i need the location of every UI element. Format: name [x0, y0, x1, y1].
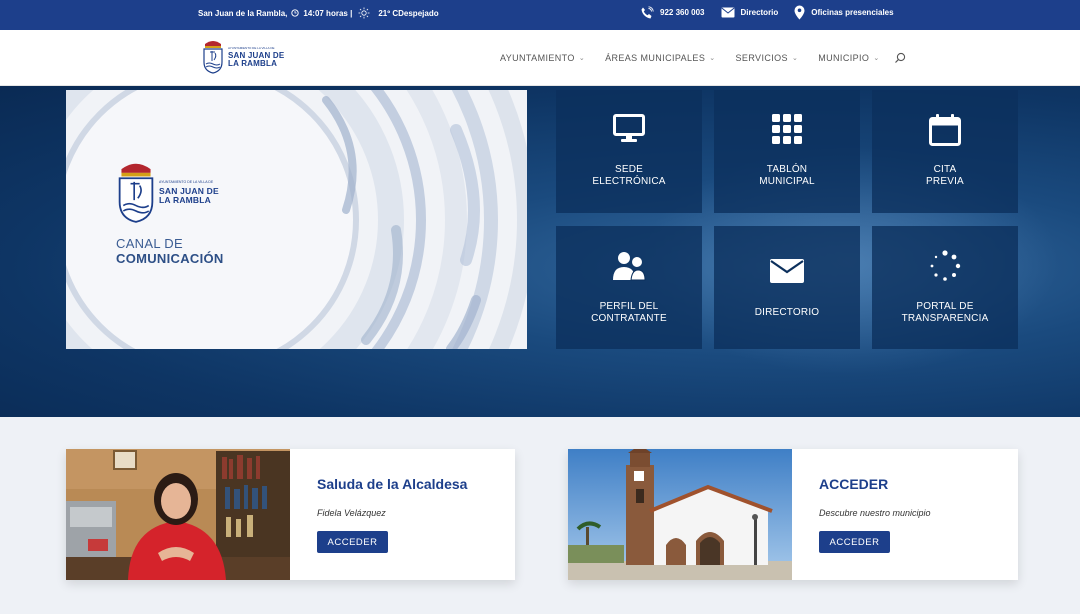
card-subtitle: Descubre nuestro municipio [819, 508, 931, 518]
nav-item-areas-municipales[interactable]: ÁREAS MUNICIPALES ⌄ [605, 53, 715, 63]
tile-label: CITA PREVIA [926, 164, 964, 187]
chevron-down-icon: ⌄ [709, 55, 716, 62]
card-saluda-alcaldesa: Saluda de la Alcaldesa Fidela Velázquez … [66, 449, 515, 580]
directorio-text: Directorio [740, 8, 779, 17]
nav-label: SERVICIOS [735, 53, 788, 63]
logo-line2: LA RAMBLA [228, 59, 278, 68]
alcaldesa-photo [66, 449, 290, 580]
coat-of-arms-icon [203, 41, 223, 74]
card-title: Saluda de la Alcaldesa [317, 476, 468, 492]
tile-label: SEDE ELECTRÓNICA [592, 164, 666, 187]
card-municipio: ACCEDER Descubre nuestro municipio ACCED… [568, 449, 1018, 580]
hero-section: AYUNTAMIENTO DE LA VILLA DE SAN JUAN DE … [0, 86, 1080, 417]
map-pin-icon [794, 5, 805, 20]
church-photo [568, 449, 792, 580]
tile-label: DIRECTORIO [754, 307, 820, 318]
tile-label: PERFIL DEL CONTRATANTE [591, 301, 667, 324]
logo-text: AYUNTAMIENTO DE LA VILLA DE SAN JUAN DE … [228, 44, 284, 68]
sun-icon [358, 7, 370, 19]
oficinas-link[interactable]: Oficinas presenciales [794, 5, 894, 20]
location-text: San Juan de la Rambla, [198, 8, 288, 18]
nav-label: AYUNTAMIENTO [500, 53, 575, 63]
top-bar: San Juan de la Rambla, 14:07 horas | 21º… [0, 0, 1080, 30]
coat-of-arms-icon [118, 163, 154, 223]
nav-item-ayuntamiento[interactable]: AYUNTAMIENTO ⌄ [500, 53, 585, 63]
envelope-icon [720, 7, 735, 18]
card-subtitle: Fidela Velázquez [317, 508, 386, 518]
nav-label: MUNICIPIO [818, 53, 870, 63]
main-nav: AYUNTAMIENTO ⌄ ÁREAS MUNICIPALES ⌄ SERVICI… [500, 52, 906, 64]
canal-comunicacion-banner[interactable]: AYUNTAMIENTO DE LA VILLA DE SAN JUAN DE … [66, 90, 527, 349]
spinner-icon [930, 250, 961, 281]
site-logo[interactable]: AYUNTAMIENTO DE LA VILLA DE SAN JUAN DE … [202, 38, 284, 74]
panel-logo-text: AYUNTAMIENTO DE LA VILLA DE SAN JUAN DE … [159, 178, 219, 205]
tile-label: PORTAL DE TRANSPARENCIA [901, 301, 989, 324]
panel-logo-line2: LA RAMBLA [159, 194, 212, 205]
church-photo-image [568, 449, 792, 580]
tile-tablon-municipal[interactable]: TABLÓN MUNICIPAL [714, 90, 860, 213]
site-header: AYUNTAMIENTO DE LA VILLA DE SAN JUAN DE … [0, 30, 1080, 86]
phone-icon [641, 5, 654, 18]
canal-line2: COMUNICACIÓN [116, 251, 224, 266]
canal-line1: CANAL DE [116, 236, 183, 251]
oficinas-text: Oficinas presenciales [811, 8, 894, 17]
envelope-icon [770, 259, 804, 283]
grid-icon [772, 114, 802, 144]
phone-text: 922 360 003 [660, 8, 705, 17]
chevron-down-icon: ⌄ [791, 55, 799, 62]
phone-link[interactable]: 922 360 003 [640, 5, 705, 20]
panel-logo: AYUNTAMIENTO DE LA VILLA DE SAN JUAN DE … [116, 158, 219, 224]
acceder-button[interactable]: ACCEDER [819, 531, 890, 553]
alcaldesa-photo-image [66, 449, 290, 580]
chevron-down-icon: ⌄ [578, 55, 586, 62]
tile-perfil-contratante[interactable]: PERFIL DEL CONTRATANTE [556, 226, 702, 349]
location-info: San Juan de la Rambla, 14:07 horas | 21º… [198, 7, 439, 19]
tile-cita-previa[interactable]: CITA PREVIA [872, 90, 1018, 213]
clock-icon [291, 9, 300, 17]
nav-label: ÁREAS MUNICIPALES [605, 53, 706, 63]
calendar-icon [929, 114, 961, 146]
directorio-link[interactable]: Directorio [720, 7, 779, 18]
acceder-button[interactable]: ACCEDER [317, 531, 388, 553]
users-icon [613, 252, 646, 281]
nav-item-municipio[interactable]: MUNICIPIO ⌄ [818, 53, 879, 63]
tile-label: TABLÓN MUNICIPAL [759, 164, 815, 187]
monitor-icon [613, 114, 645, 142]
tile-sede-electronica[interactable]: SEDE ELECTRÓNICA [556, 90, 702, 213]
weather-text: 21º CDespejado [378, 8, 439, 18]
tile-directorio[interactable]: DIRECTORIO [714, 226, 860, 349]
search-icon[interactable] [894, 52, 906, 64]
canal-text: CANAL DE COMUNICACIÓN [116, 236, 224, 266]
chevron-down-icon: ⌄ [873, 55, 880, 62]
time-text: 14:07 horas | [303, 8, 353, 18]
contact-links: 922 360 003 Directorio Oficinas presenci… [640, 5, 910, 20]
nav-item-servicios[interactable]: SERVICIOS ⌄ [736, 53, 799, 63]
tile-portal-transparencia[interactable]: PORTAL DE TRANSPARENCIA [872, 226, 1018, 349]
card-title: ACCEDER [819, 476, 889, 492]
